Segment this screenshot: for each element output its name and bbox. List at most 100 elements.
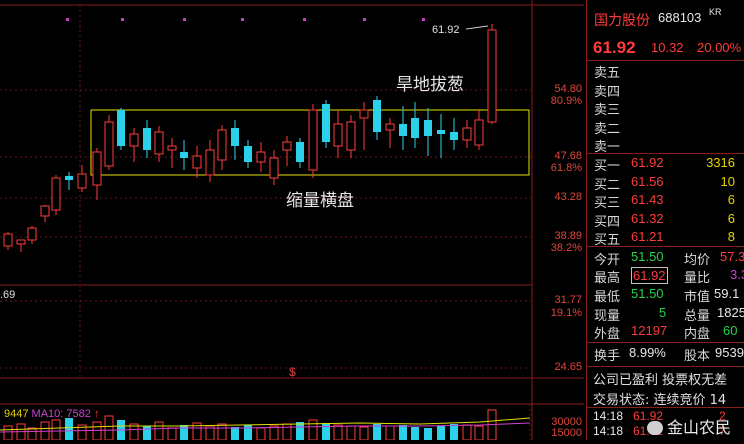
volume-bar-20 — [256, 427, 266, 440]
stock-header: 国力股份 688103 KR — [587, 7, 744, 32]
peak-price-label: 61.92 — [432, 24, 460, 36]
volume-bar-37 — [474, 425, 484, 440]
buy-row-2[interactable]: 买二 61.56 10 — [587, 174, 744, 194]
price-label-7: 31.77 — [554, 294, 582, 306]
candle-body-36 — [462, 127, 472, 141]
buy-volume: 8 — [727, 229, 735, 244]
price-change-pct: 20.00% — [697, 40, 742, 55]
watermark-text: 金山农民 — [667, 418, 732, 437]
candle-body-13 — [167, 145, 177, 151]
volume-bar-7 — [92, 421, 102, 440]
stock-code: 688103 — [658, 10, 702, 25]
sep-5 — [587, 366, 744, 367]
candle-body-6 — [77, 173, 87, 189]
sep-3 — [587, 246, 744, 247]
volume-bar-8 — [104, 415, 114, 440]
buy-row-3[interactable]: 买三 61.43 6 — [587, 192, 744, 212]
volume-bar-19 — [244, 425, 252, 440]
sep-2 — [587, 153, 744, 154]
candle-body-33 — [424, 120, 432, 136]
sell-row-5[interactable]: 卖五 — [587, 62, 744, 82]
candle-body-28 — [359, 109, 369, 119]
trade-status: 交易状态: 连续竞价 14 — [593, 393, 727, 408]
sell-row-3[interactable]: 卖三 — [587, 99, 744, 119]
price-label-0: 54.80 — [554, 83, 582, 95]
total-value: 1825 — [717, 305, 744, 320]
ma-legend: 9447 MA10: 7582 ↑ — [4, 408, 99, 420]
kline-chart-area[interactable]: 54.80 80.9% 47.68 61.8% 43.28 38.89 38.2% 31.77… — [0, 0, 584, 440]
volume-bar-4 — [51, 419, 61, 440]
top-markers — [66, 18, 425, 21]
price-label-8: 19.1% — [550, 307, 582, 319]
candle-body-4 — [51, 177, 61, 211]
dollar-marker: $ — [289, 365, 296, 379]
ma10-value: MA10: 7582 — [31, 408, 91, 420]
volume-bar-24 — [308, 419, 318, 440]
price-label-3: 61.8% — [550, 162, 582, 174]
ma5-value: 9447 — [4, 408, 29, 420]
sep-4 — [587, 342, 744, 343]
candle-body-26 — [333, 123, 343, 147]
candle-body-17 — [217, 129, 227, 161]
stock-tag: KR — [709, 7, 722, 17]
stock-name[interactable]: 国力股份 — [594, 10, 650, 30]
volume-bar-31 — [399, 425, 407, 440]
buy-price: 61.56 — [631, 173, 664, 189]
candle-body-3 — [40, 205, 50, 217]
sell-label: 卖二 — [594, 121, 621, 137]
wechat-icon — [647, 421, 663, 435]
buy-volume: 6 — [727, 210, 735, 226]
avg-value: 57.3 — [720, 249, 744, 264]
volume-bar-36 — [462, 424, 472, 440]
sell-row-2[interactable]: 卖二 — [587, 118, 744, 138]
volume-bar-34 — [437, 426, 445, 440]
sep-1 — [587, 60, 744, 61]
sell-row-4[interactable]: 卖四 — [587, 81, 744, 101]
turnover-label: 换手 — [594, 349, 621, 364]
candle-body-38 — [487, 29, 497, 123]
candle-body-9 — [117, 110, 125, 146]
candle-body-34 — [437, 130, 445, 134]
candlesticks — [3, 24, 497, 252]
volume-bar-13 — [167, 427, 177, 440]
candle-body-35 — [450, 132, 458, 140]
mcap-value: 59.1 — [714, 286, 740, 301]
stat-row-high: 最高 61.92 量比 3.3 — [587, 267, 744, 287]
volume-bar-32 — [411, 427, 419, 440]
watermark: 金山农民 — [647, 414, 731, 438]
volume-bar-18 — [231, 427, 239, 440]
price-line: 61.92 10.32 20.00% — [587, 38, 744, 60]
price-label-6: 38.2% — [550, 242, 582, 254]
volume-bar-28 — [359, 426, 369, 440]
open-value: 51.50 — [631, 249, 664, 264]
inner-value: 60 — [723, 323, 738, 338]
candle-body-30 — [385, 123, 395, 131]
volume-bar-35 — [450, 424, 458, 440]
peak-pointer — [465, 25, 489, 30]
buy-row-1[interactable]: 买一 61.92 3316 — [587, 155, 744, 175]
equity-value: 9539 — [715, 345, 744, 360]
candle-body-1 — [16, 239, 26, 245]
tick-time: 14:18 — [593, 409, 624, 423]
equity-label: 股本 — [684, 349, 711, 364]
candle-body-10 — [129, 133, 139, 147]
annotation-drought-rise: 旱地拔葱 — [396, 75, 464, 95]
quote-panel: 国力股份 688103 KR 61.92 10.32 20.00% 卖五 卖四 卖三… — [586, 0, 744, 440]
volume-bar-25 — [322, 423, 330, 440]
low-value: 51.50 — [631, 286, 664, 301]
candle-body-22 — [282, 141, 292, 151]
turnover-value: 8.99% — [629, 345, 666, 360]
buy-row-4[interactable]: 买四 61.32 6 — [587, 211, 744, 231]
current-price: 61.92 — [593, 38, 636, 57]
buy-label: 买四 — [594, 214, 621, 230]
volume-bar-23 — [296, 422, 304, 440]
cur-label: 现量 — [594, 309, 621, 324]
buy-price: 61.21 — [631, 229, 664, 244]
outer-label: 外盘 — [594, 327, 621, 342]
sep-6 — [587, 407, 744, 408]
open-label: 今开 — [594, 253, 621, 268]
candle-body-31 — [399, 124, 407, 136]
candle-body-8 — [104, 121, 114, 167]
candle-body-20 — [256, 151, 266, 163]
ratio-value: 3.3 — [730, 267, 744, 282]
